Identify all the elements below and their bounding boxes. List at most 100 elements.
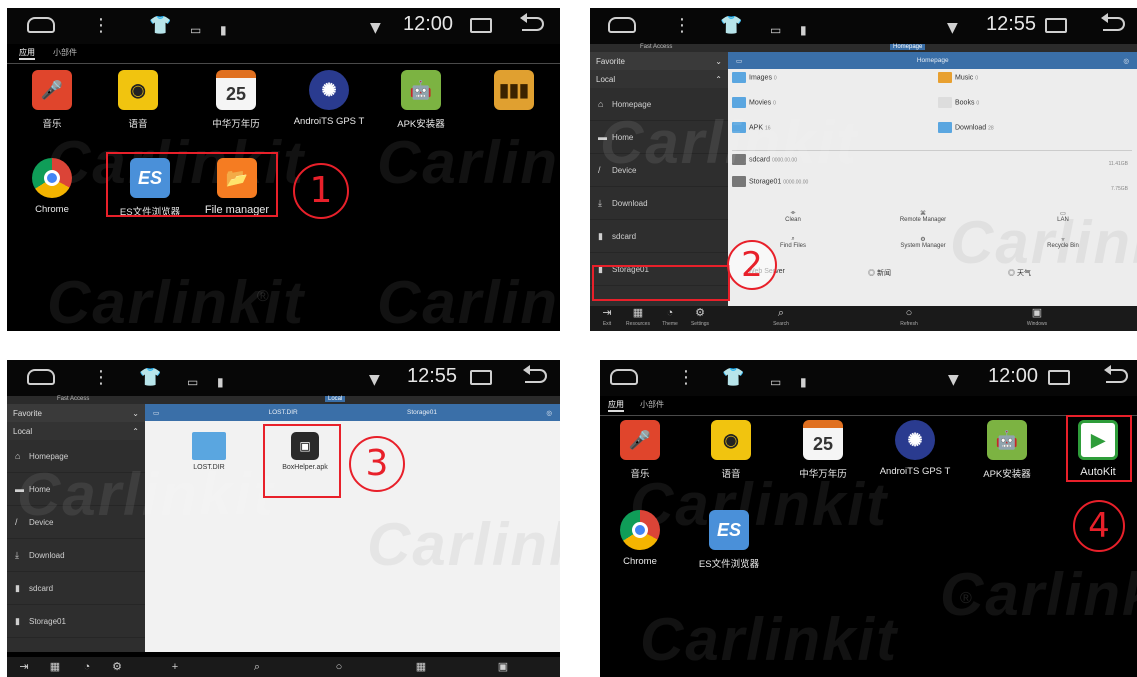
- fast-access-label[interactable]: Fast Access: [640, 44, 672, 50]
- back-button[interactable]: [523, 365, 547, 383]
- app-music[interactable]: 🎤 音乐: [600, 420, 685, 480]
- home-button[interactable]: [608, 17, 636, 33]
- refresh-button[interactable]: ○ Refresh: [894, 307, 924, 330]
- tab-apps[interactable]: 应用: [608, 399, 624, 412]
- category-name: Books: [955, 99, 975, 107]
- resources-button[interactable]: ▦: [40, 661, 70, 673]
- tool-recycle-bin[interactable]: ▿ Recycle Bin: [1018, 236, 1108, 249]
- recent-apps-button[interactable]: [470, 18, 492, 33]
- path-chip[interactable]: Local: [325, 396, 346, 402]
- settings-button[interactable]: ⚙: [104, 660, 130, 673]
- recent-apps-button[interactable]: [1048, 370, 1070, 385]
- home-button[interactable]: [610, 369, 638, 385]
- sidebar-item-home[interactable]: ▬ Home: [7, 473, 145, 506]
- menu-dots-icon[interactable]: ⋮: [92, 15, 110, 37]
- clock: 12:00: [988, 365, 1039, 387]
- category-movies[interactable]: Movies 0: [732, 97, 776, 108]
- back-button[interactable]: [1104, 365, 1128, 383]
- app-voice[interactable]: ◉ 语音: [686, 420, 776, 480]
- category-images[interactable]: Images 0: [732, 72, 777, 83]
- app-chrome[interactable]: Chrome: [600, 510, 685, 567]
- sidebar-local[interactable]: Local ⌃: [7, 422, 145, 440]
- path-chip[interactable]: Homepage: [890, 44, 926, 50]
- sidebar-local[interactable]: Local ⌃: [590, 70, 728, 88]
- sidebar-item-download[interactable]: ⤓ Download: [7, 539, 145, 572]
- sdcard-icon: [732, 154, 746, 165]
- file-item-lost-dir[interactable]: LOST.DIR: [179, 432, 239, 471]
- toolbar-label: Search: [773, 320, 789, 327]
- sidebar-item-homepage[interactable]: ⌂ Homepage: [590, 88, 728, 121]
- settings-icon: ⚙: [112, 660, 122, 673]
- app-music[interactable]: 🎤 音乐: [7, 70, 97, 130]
- sidebar-item-device[interactable]: / Device: [7, 506, 145, 539]
- search-icon[interactable]: ◎: [1123, 57, 1129, 65]
- tab-widgets[interactable]: 小部件: [53, 47, 77, 58]
- app-gps[interactable]: ✺ AndroiTS GPS T: [870, 420, 960, 477]
- resources-button[interactable]: ▦ Resources: [623, 307, 653, 330]
- settings-button[interactable]: ⚙ Settings: [687, 307, 713, 330]
- app-apk-installer[interactable]: 🤖 APK安装器: [376, 70, 466, 130]
- windows-button[interactable]: ▣: [488, 660, 518, 673]
- search-button[interactable]: ⌕ Search: [766, 307, 796, 330]
- home-button[interactable]: [27, 369, 55, 385]
- recent-apps-button[interactable]: [470, 370, 492, 385]
- back-button[interactable]: [520, 13, 544, 31]
- sidebar-item-home[interactable]: ▬ Home: [590, 121, 728, 154]
- menu-dots-icon[interactable]: ⋮: [92, 367, 110, 389]
- tab-widgets[interactable]: 小部件: [640, 399, 664, 410]
- sidebar-favorite[interactable]: Favorite ⌄: [7, 404, 145, 422]
- search-button[interactable]: ⌕: [242, 661, 272, 673]
- category-books[interactable]: Books 0: [938, 97, 979, 108]
- sdcard-icon: ▮: [217, 375, 224, 389]
- app-gps[interactable]: ✺ AndroiTS GPS T: [284, 70, 374, 127]
- sidebar-item-storage01[interactable]: ▮ Storage01: [7, 605, 145, 638]
- sidebar-item-homepage[interactable]: ⌂ Homepage: [7, 440, 145, 473]
- path-segment[interactable]: LOST.DIR: [268, 409, 297, 416]
- sidebar-item-sdcard[interactable]: ▮ sdcard: [7, 572, 145, 605]
- tool-system-manager[interactable]: ⚙ System Manager: [878, 236, 968, 249]
- theme-button[interactable]: ◔ Theme: [657, 307, 683, 330]
- sidebar-favorite[interactable]: Favorite ⌄: [590, 52, 728, 70]
- recent-apps-button[interactable]: [1045, 18, 1067, 33]
- tool-remote-manager[interactable]: ⌘ Remote Manager: [878, 210, 968, 223]
- exit-button[interactable]: ⇥: [12, 661, 36, 673]
- back-button[interactable]: [1101, 13, 1125, 31]
- sidebar-item-sdcard[interactable]: ▮ sdcard: [590, 220, 728, 253]
- sidebar-item-download[interactable]: ⤓ Download: [590, 187, 728, 220]
- app-apk-installer[interactable]: 🤖 APK安装器: [962, 420, 1052, 480]
- storage-sdcard[interactable]: sdcard 0000.00.00 11.41GB: [732, 150, 1132, 167]
- menu-dots-icon[interactable]: ⋮: [673, 15, 691, 37]
- app-calendar[interactable]: 25 中华万年历: [778, 420, 868, 480]
- app-equalizer[interactable]: ▮▮▮: [469, 70, 559, 116]
- tab-apps[interactable]: 应用: [19, 47, 35, 60]
- window-icon[interactable]: ▭: [736, 57, 742, 65]
- exit-button[interactable]: ⇥ Exit: [595, 307, 619, 330]
- menu-dots-icon[interactable]: ⋮: [677, 367, 695, 389]
- storage-storage01[interactable]: Storage01 0000.00.00 7.75GB: [732, 176, 1132, 192]
- category-apk[interactable]: APK 16: [732, 122, 771, 133]
- app-voice[interactable]: ◉ 语音: [93, 70, 183, 130]
- tool-lan[interactable]: ▭ LAN: [1018, 210, 1108, 223]
- add-button[interactable]: +: [160, 661, 190, 673]
- es-file-icon: ES: [709, 510, 749, 550]
- window-icon[interactable]: ▭: [153, 409, 159, 417]
- category-download[interactable]: Download 28: [938, 122, 994, 133]
- search-icon[interactable]: ◎: [546, 409, 552, 417]
- theme-button[interactable]: ◔: [74, 661, 100, 673]
- app-calendar[interactable]: 25 中华万年历: [191, 70, 281, 130]
- extra-weather[interactable]: ◎ 天气: [1008, 268, 1031, 278]
- category-music[interactable]: Music 0: [938, 72, 978, 83]
- windows-icon: ▣: [497, 660, 509, 673]
- view-button[interactable]: ▦: [406, 661, 436, 673]
- app-chrome[interactable]: Chrome: [7, 158, 97, 215]
- windows-button[interactable]: ▣ Windows: [1020, 307, 1054, 330]
- tool-clean[interactable]: ⌯ Clean: [748, 210, 838, 223]
- fast-access-label[interactable]: Fast Access: [57, 396, 89, 402]
- extra-news[interactable]: ◎ 新闻: [868, 268, 891, 278]
- refresh-button[interactable]: ○: [324, 661, 354, 673]
- sidebar-item-device[interactable]: / Device: [590, 154, 728, 187]
- apk-icon: [732, 122, 746, 133]
- home-button[interactable]: [27, 17, 55, 33]
- app-es-file-explorer[interactable]: ES ES文件浏览器: [684, 510, 774, 570]
- path-segment[interactable]: Storage01: [407, 409, 437, 416]
